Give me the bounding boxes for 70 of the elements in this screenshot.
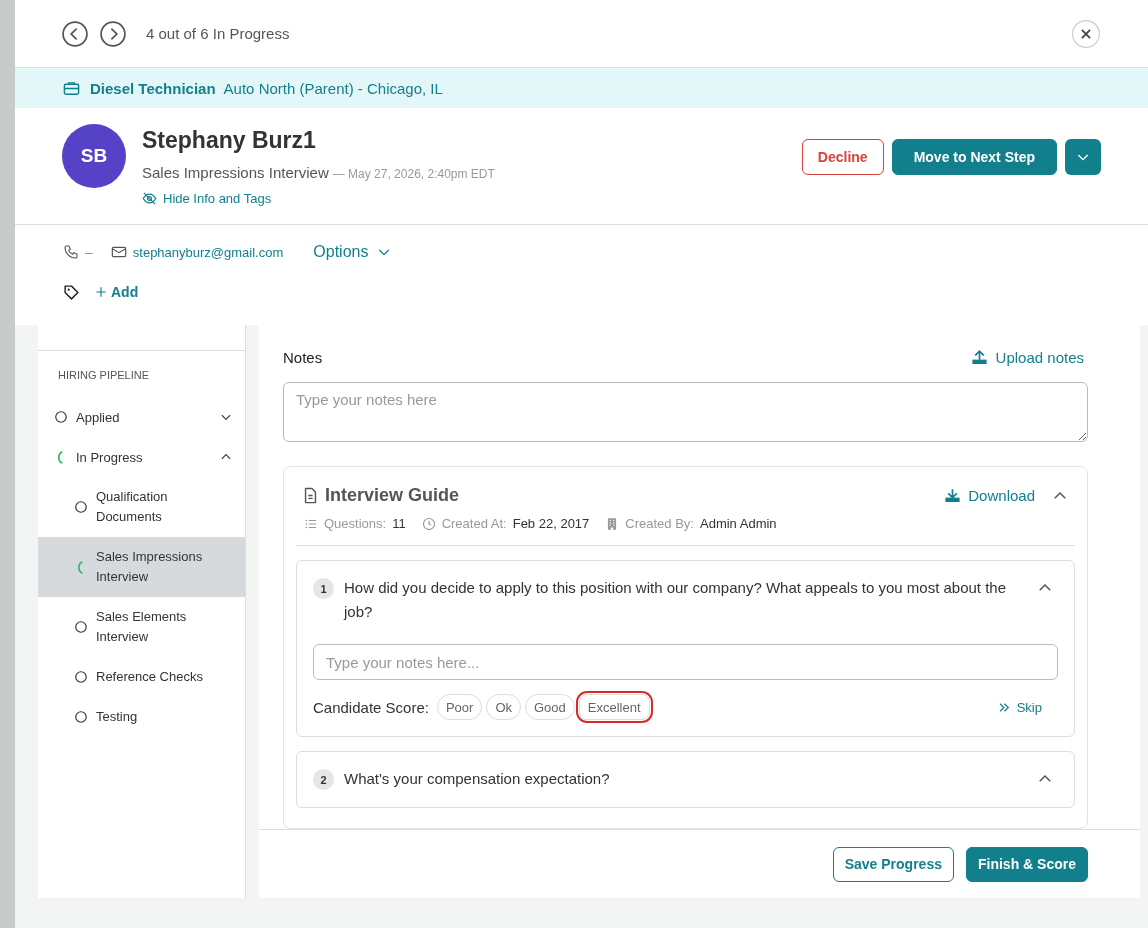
guide-title: Interview Guide <box>325 485 461 506</box>
phone-icon <box>63 244 79 260</box>
pipeline-stage[interactable]: Applied <box>38 397 245 437</box>
position-counter: 4 out of 6 In Progress <box>146 25 290 42</box>
pipeline-step[interactable]: Sales Elements Interview <box>38 597 245 657</box>
document-icon <box>302 487 319 504</box>
interview-date: — May 27, 2026, 2:40pm EDT <box>332 167 495 181</box>
score-option[interactable]: Good <box>525 694 575 720</box>
pipeline-step[interactable]: Sales Impressions Interview <box>38 537 245 597</box>
options-dropdown[interactable]: Options <box>313 243 393 261</box>
decline-button[interactable]: Decline <box>801 139 884 175</box>
plus-icon <box>94 285 108 299</box>
score-option[interactable]: Excellent <box>578 694 650 720</box>
download-icon <box>944 487 962 504</box>
section-heading: HIRING PIPELINE <box>57 369 151 381</box>
previous-icon <box>62 20 88 47</box>
meta-value: Feb 22, 2017 <box>512 516 590 531</box>
mail-icon <box>110 244 127 260</box>
question-notes-field[interactable]: Type your notes here... <box>313 644 1058 680</box>
close-icon <box>1072 19 1100 48</box>
circle-icon <box>74 500 88 514</box>
eye-off-icon <box>142 191 157 206</box>
pipeline-step[interactable]: Testing <box>38 697 245 737</box>
previous-button[interactable] <box>62 20 88 47</box>
question-number: 1 <box>313 578 334 599</box>
question-number: 2 <box>313 769 334 790</box>
phone-number: – <box>85 244 93 260</box>
circle-icon <box>74 670 88 684</box>
meta-label: Created At: <box>441 516 507 531</box>
finish-button[interactable]: Finish & Score <box>965 846 1088 882</box>
question-text: What's your compensation expectation? <box>344 769 611 789</box>
circle-icon <box>74 620 88 634</box>
upload-notes-button[interactable]: Upload notes <box>970 349 1088 366</box>
meta-label: Created By: <box>625 516 694 531</box>
skip-button[interactable]: Skip <box>990 698 1048 716</box>
notes-field[interactable]: Type your notes here <box>283 382 1088 442</box>
meta-label: Questions: <box>324 516 387 531</box>
tag-icon <box>63 283 80 301</box>
meta-value: Admin Admin <box>700 516 777 531</box>
next-icon <box>100 20 126 47</box>
pipeline-step[interactable]: Qualification Documents <box>38 477 245 537</box>
question-text: How did you decide to apply to this position with our company? What appeals to you most about the job? <box>344 578 1008 622</box>
hide-info-toggle[interactable]: Hide Info and Tags <box>142 191 272 206</box>
job-location: Auto North (Parent) - Chicago, IL <box>223 79 443 97</box>
candidate-name: Stephany Burz1 <box>142 127 317 154</box>
add-tag-button[interactable]: Add <box>94 284 139 300</box>
meta-value: 11 <box>392 516 406 531</box>
job-title[interactable]: Diesel Technician <box>90 79 216 97</box>
next-button[interactable] <box>100 20 126 47</box>
interview-stage: Sales Impressions Interview <box>142 164 329 181</box>
progress-arc-icon <box>58 450 63 464</box>
circle-icon <box>74 710 88 724</box>
pipeline-step[interactable]: Reference Checks <box>38 657 245 697</box>
score-option[interactable]: Ok <box>486 694 521 720</box>
close-button[interactable] <box>1072 19 1100 48</box>
email-link[interactable]: stephanyburz@gmail.com <box>132 244 284 260</box>
clock-icon <box>421 516 436 531</box>
download-button[interactable]: Download <box>944 487 1035 504</box>
score-option[interactable]: Poor <box>436 694 483 720</box>
score-label: Candidate Score: <box>313 698 429 716</box>
progress-arc-icon <box>78 560 83 574</box>
save-button[interactable]: Save Progress <box>832 846 954 882</box>
next-step-button[interactable]: Move to Next Step <box>891 139 1057 175</box>
dropdown-button[interactable] <box>1065 139 1101 175</box>
notes-heading: Notes <box>283 349 324 366</box>
avatar: SB <box>62 124 126 188</box>
briefcase-icon <box>63 79 80 97</box>
circle-icon <box>54 410 68 424</box>
pipeline-stage[interactable]: In Progress <box>38 437 245 477</box>
upload-icon <box>970 349 988 366</box>
